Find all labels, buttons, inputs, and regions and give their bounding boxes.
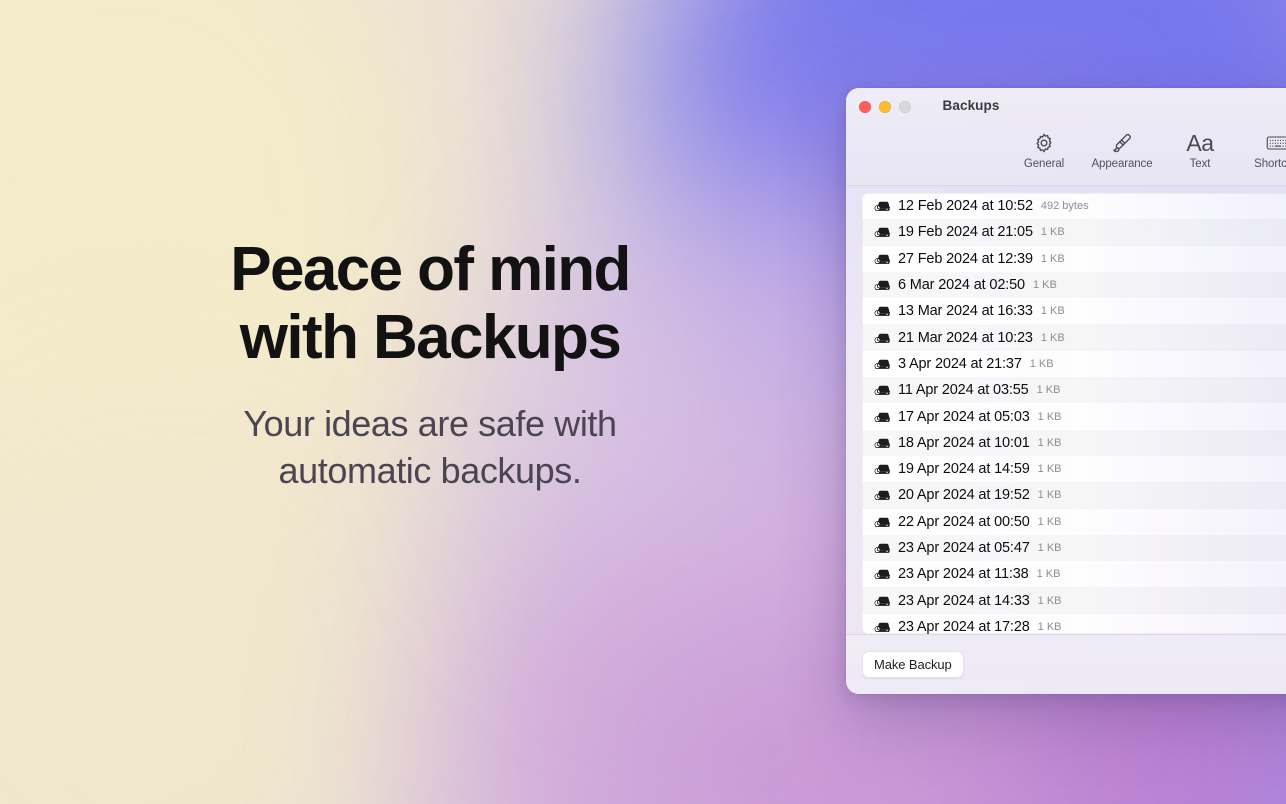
backup-row[interactable]: 23 Apr 2024 at 11:38 1 KB — [862, 561, 1286, 587]
backup-date: 20 Apr 2024 at 19:52 — [898, 487, 1030, 504]
backup-size: 1 KB — [1037, 515, 1062, 528]
settings-toolbar: General Appearance Aa Text Shortc — [846, 128, 1286, 186]
backups-list: 12 Feb 2024 at 10:52 492 bytes 19 Feb 2024… — [862, 193, 1286, 634]
window-footer: Make Backup De — [846, 634, 1286, 694]
backup-size: 1 KB — [1040, 226, 1065, 239]
backup-date: 12 Feb 2024 at 10:52 — [898, 198, 1033, 215]
tab-general-label: General — [1023, 158, 1065, 170]
hero-subtitle: Your ideas are safe with automatic backu… — [243, 403, 617, 491]
backup-row[interactable]: 23 Apr 2024 at 05:47 1 KB — [862, 535, 1286, 561]
backup-drive-icon — [872, 225, 890, 239]
backup-size: 1 KB — [1040, 305, 1065, 318]
gear-icon — [1033, 130, 1055, 156]
backup-drive-icon — [872, 304, 890, 318]
backup-drive-icon — [872, 620, 890, 634]
backup-date: 23 Apr 2024 at 11:38 — [898, 566, 1029, 583]
backup-size: 1 KB — [1037, 463, 1062, 476]
backup-row[interactable]: 18 Apr 2024 at 10:01 1 KB — [862, 430, 1286, 456]
backup-drive-icon — [872, 357, 890, 371]
backup-date: 11 Apr 2024 at 03:55 — [898, 382, 1029, 399]
backup-size: 1 KB — [1036, 384, 1061, 397]
aa-icon: Aa — [1186, 130, 1214, 156]
backup-date: 19 Apr 2024 at 14:59 — [898, 461, 1030, 478]
backup-drive-icon — [872, 541, 890, 555]
backup-row[interactable]: 23 Apr 2024 at 17:28 1 KB — [862, 614, 1286, 634]
backup-size: 1 KB — [1040, 331, 1065, 344]
backup-row[interactable]: 20 Apr 2024 at 19:52 1 KB — [862, 482, 1286, 508]
backup-size: 492 bytes — [1040, 200, 1089, 213]
backup-date: 22 Apr 2024 at 00:50 — [898, 513, 1030, 530]
keyboard-icon — [1266, 130, 1286, 156]
backup-row[interactable]: 23 Apr 2024 at 14:33 1 KB — [862, 587, 1286, 613]
backup-row[interactable]: 12 Feb 2024 at 10:52 492 bytes — [862, 193, 1286, 219]
backup-drive-icon — [872, 567, 890, 581]
backup-date: 23 Apr 2024 at 14:33 — [898, 592, 1030, 609]
backup-row[interactable]: 6 Mar 2024 at 02:50 1 KB — [862, 272, 1286, 298]
backup-drive-icon — [872, 488, 890, 502]
tab-appearance-label: Appearance — [1091, 158, 1153, 170]
backup-drive-icon — [872, 462, 890, 476]
hero-copy: Peace of mind with Backups Your ideas ar… — [0, 236, 860, 494]
backup-drive-icon — [872, 331, 890, 345]
backup-size: 1 KB — [1036, 568, 1061, 581]
backup-size: 1 KB — [1032, 279, 1057, 292]
backup-size: 1 KB — [1037, 542, 1062, 554]
tab-text[interactable]: Aa Text — [1164, 128, 1236, 174]
backup-row[interactable]: 21 Mar 2024 at 10:23 1 KB — [862, 324, 1286, 350]
backup-row[interactable]: 27 Feb 2024 at 12:39 1 KB — [862, 246, 1286, 272]
backup-row[interactable]: 19 Apr 2024 at 14:59 1 KB — [862, 456, 1286, 482]
backup-size: 1 KB — [1040, 252, 1065, 265]
backups-settings-window: Backups General Appearance Aa Text Short… — [846, 88, 1286, 694]
backup-drive-icon — [872, 436, 890, 450]
backup-drive-icon — [872, 199, 890, 213]
backup-row[interactable]: 13 Mar 2024 at 16:33 1 KB — [862, 298, 1286, 324]
backup-date: 23 Apr 2024 at 05:47 — [898, 540, 1030, 556]
paintbrush-icon — [1111, 130, 1133, 156]
backups-list-scrollview[interactable]: 12 Feb 2024 at 10:52 492 bytes 19 Feb 2024… — [862, 193, 1286, 634]
tab-appearance[interactable]: Appearance — [1086, 128, 1158, 174]
backup-date: 6 Mar 2024 at 02:50 — [898, 277, 1025, 294]
backup-drive-icon — [872, 278, 890, 292]
backup-size: 1 KB — [1029, 357, 1054, 370]
backup-date: 13 Mar 2024 at 16:33 — [898, 303, 1033, 320]
tab-shortcuts-label: Shortcuts — [1254, 158, 1286, 170]
backup-row[interactable]: 22 Apr 2024 at 00:50 1 KB — [862, 509, 1286, 535]
backup-row[interactable]: 17 Apr 2024 at 05:03 1 KB — [862, 403, 1286, 429]
backup-drive-icon — [872, 410, 890, 424]
backup-date: 27 Feb 2024 at 12:39 — [898, 250, 1033, 267]
backup-date: 19 Feb 2024 at 21:05 — [898, 224, 1033, 241]
backup-date: 17 Apr 2024 at 05:03 — [898, 408, 1030, 425]
backup-row[interactable]: 3 Apr 2024 at 21:37 1 KB — [862, 351, 1286, 377]
tab-shortcuts[interactable]: Shortcuts — [1242, 128, 1286, 174]
make-backup-button[interactable]: Make Backup — [862, 651, 964, 678]
backup-row[interactable]: 11 Apr 2024 at 03:55 1 KB — [862, 377, 1286, 403]
backup-date: 23 Apr 2024 at 17:28 — [898, 618, 1030, 634]
backup-size: 1 KB — [1037, 436, 1062, 449]
window-title: Backups — [942, 98, 1000, 113]
backup-date: 21 Mar 2024 at 10:23 — [898, 329, 1033, 346]
backup-drive-icon — [872, 252, 890, 266]
backup-size: 1 KB — [1037, 594, 1062, 607]
backup-size: 1 KB — [1037, 489, 1062, 502]
backup-drive-icon — [872, 515, 890, 529]
backup-date: 18 Apr 2024 at 10:01 — [898, 434, 1030, 451]
backup-size: 1 KB — [1037, 410, 1062, 423]
tab-general[interactable]: General — [1008, 128, 1080, 174]
backup-drive-icon — [872, 383, 890, 397]
backup-size: 1 KB — [1037, 620, 1062, 633]
window-titlebar: Backups — [846, 88, 1286, 128]
hero-title: Peace of mind with Backups — [230, 235, 631, 372]
tab-text-label: Text — [1189, 158, 1211, 170]
backup-date: 3 Apr 2024 at 21:37 — [898, 355, 1022, 372]
backup-drive-icon — [872, 594, 890, 608]
backup-row[interactable]: 19 Feb 2024 at 21:05 1 KB — [862, 219, 1286, 245]
